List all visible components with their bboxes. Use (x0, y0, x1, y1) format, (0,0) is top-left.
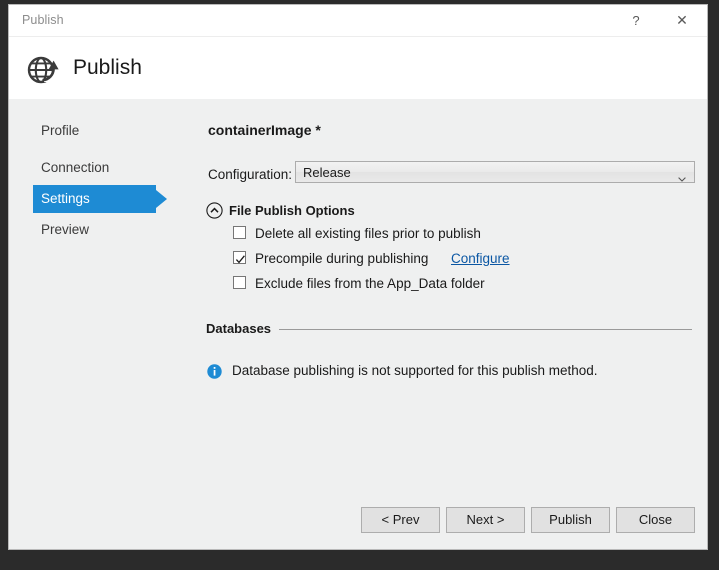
settings-panel: containerImage * Configuration: Release (191, 99, 707, 549)
publish-dialog: Publish ? ✕ Publish Profile Connection S… (8, 4, 708, 550)
configure-link[interactable]: Configure (451, 250, 510, 267)
checkbox-delete-files[interactable] (233, 226, 246, 239)
sidebar-item-label: Preview (41, 222, 90, 237)
dialog-footer: < Prev Next > Publish Close (9, 493, 707, 549)
close-button[interactable]: ✕ (663, 5, 701, 36)
sidebar: Profile Connection Settings Preview (9, 99, 191, 549)
info-icon (207, 364, 222, 379)
sidebar-item-profile[interactable]: Profile (33, 117, 79, 145)
next-button[interactable]: Next > (446, 507, 525, 533)
file-publish-options-heading: File Publish Options (229, 203, 355, 218)
databases-message: Database publishing is not supported for… (232, 363, 598, 378)
configuration-value: Release (303, 165, 351, 180)
page-title: Publish (73, 56, 142, 79)
question-mark-icon: ? (632, 13, 640, 28)
prev-button[interactable]: < Prev (361, 507, 440, 533)
dialog-header: Publish (9, 37, 707, 99)
publish-globe-icon (25, 50, 63, 88)
sidebar-item-connection[interactable]: Connection (33, 154, 109, 182)
configuration-select[interactable]: Release (295, 161, 695, 183)
window-title: Publish (22, 13, 64, 27)
databases-section-header: Databases (206, 321, 692, 337)
databases-heading: Databases (206, 321, 279, 336)
profile-name-heading: containerImage * (208, 122, 321, 138)
sidebar-item-label: Settings (41, 191, 90, 206)
dialog-body: Profile Connection Settings Preview cont… (9, 99, 707, 549)
checkmark-icon (235, 252, 246, 264)
section-divider (279, 329, 692, 330)
configuration-label: Configuration: (208, 167, 293, 182)
checkbox-label: Exclude files from the App_Data folder (255, 276, 485, 291)
checkbox-label: Delete all existing files prior to publi… (255, 226, 481, 241)
sidebar-item-label: Connection (41, 160, 110, 175)
checkbox-exclude-appdata[interactable] (233, 276, 246, 289)
publish-button[interactable]: Publish (531, 507, 610, 533)
chevron-up-circle-icon[interactable] (206, 202, 223, 219)
checkbox-precompile[interactable] (233, 251, 246, 264)
title-bar: Publish ? ✕ (9, 5, 707, 37)
sidebar-item-preview[interactable]: Preview (33, 216, 89, 244)
close-dialog-button[interactable]: Close (616, 507, 695, 533)
sidebar-item-label: Profile (41, 123, 80, 138)
desktop-backdrop: Publish ? ✕ Publish Profile Connection S… (0, 0, 719, 570)
chevron-down-icon (678, 169, 686, 182)
close-icon: ✕ (676, 12, 688, 28)
sidebar-item-settings[interactable]: Settings (33, 185, 167, 213)
help-button[interactable]: ? (617, 5, 655, 36)
selected-pointer-icon (156, 190, 167, 208)
checkbox-label: Precompile during publishing (255, 251, 429, 266)
